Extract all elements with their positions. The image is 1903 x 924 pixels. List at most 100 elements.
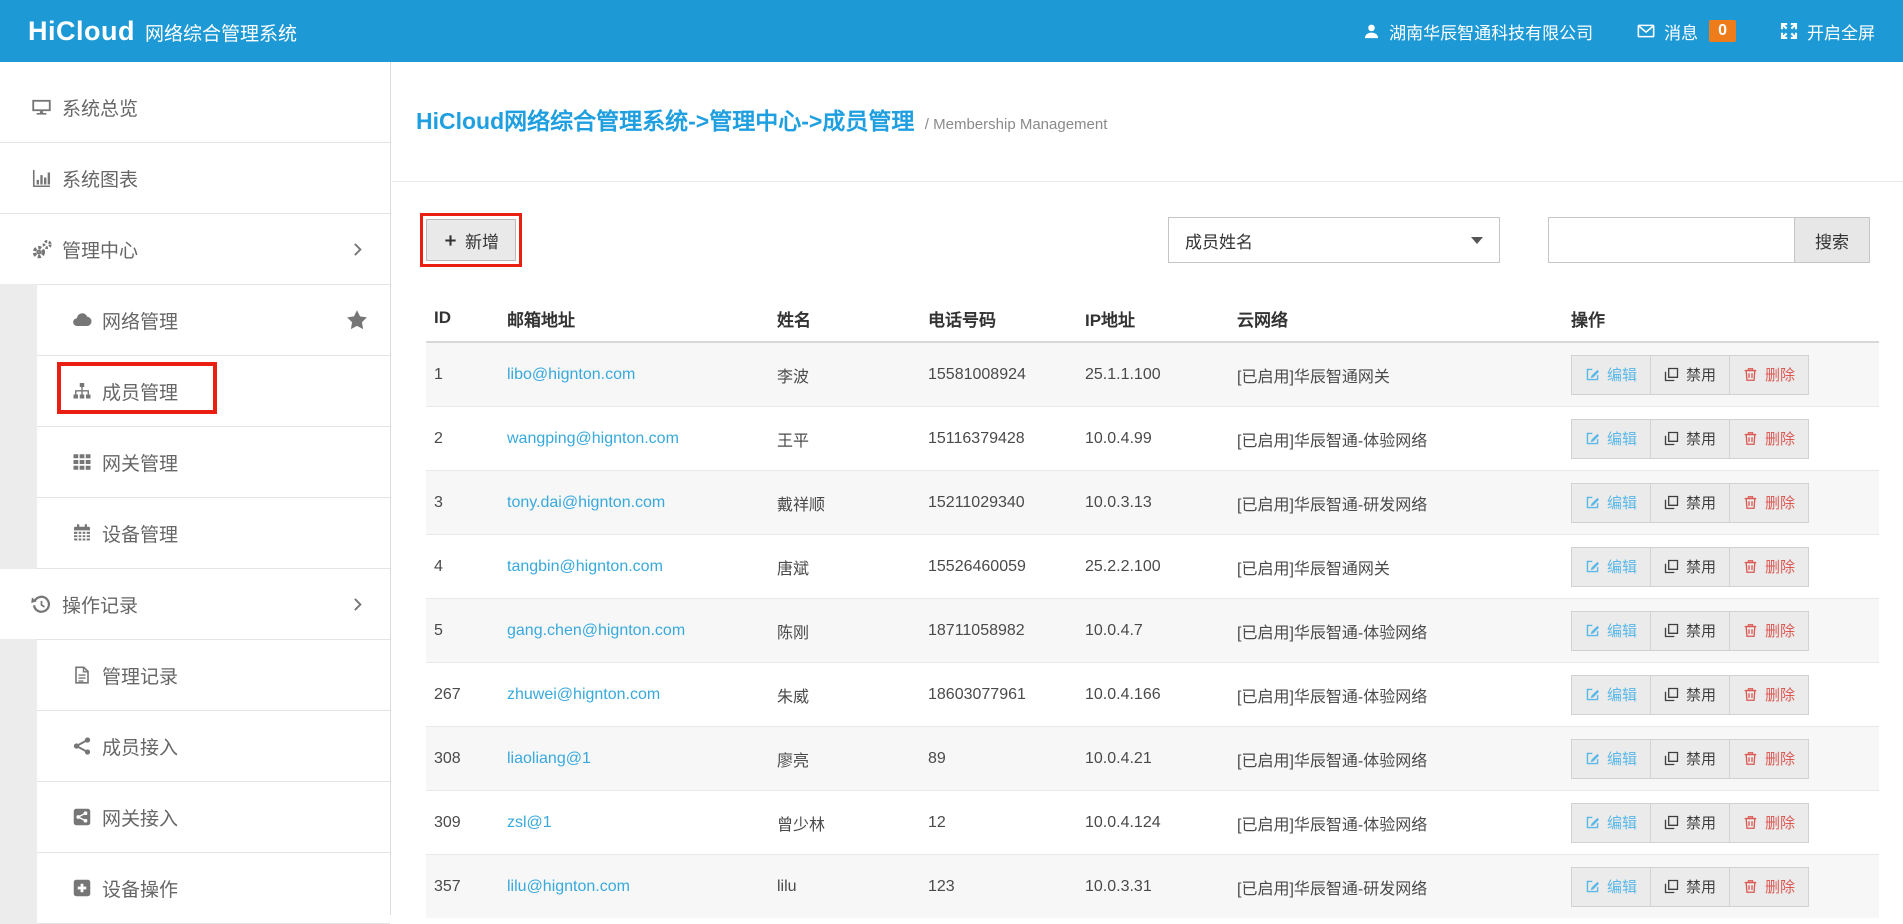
cell-email: zsl@1 xyxy=(499,791,769,855)
cell-network: [已启用]华辰智通-体验网络 xyxy=(1229,663,1563,727)
sidebar-item-member-access[interactable]: 成员接入 xyxy=(0,711,390,782)
col-header-phone: 电话号码 xyxy=(920,295,1077,342)
email-link[interactable]: liaoliang@1 xyxy=(507,750,591,767)
sidebar-item-gateway-mgmt[interactable]: 网关管理 xyxy=(0,427,390,498)
delete-button[interactable]: 删除 xyxy=(1729,356,1808,394)
sidebar-item-system-charts[interactable]: 系统图表 xyxy=(0,143,390,214)
delete-button[interactable]: 删除 xyxy=(1729,804,1808,842)
email-link[interactable]: wangping@hignton.com xyxy=(507,430,679,447)
disable-button[interactable]: 禁用 xyxy=(1650,676,1729,714)
edit-button[interactable]: 编辑 xyxy=(1572,548,1650,586)
delete-button[interactable]: 删除 xyxy=(1729,868,1808,906)
edit-icon xyxy=(1585,559,1600,574)
sidebar-item-device-mgmt[interactable]: 设备管理 xyxy=(0,498,390,569)
disable-button[interactable]: 禁用 xyxy=(1650,356,1729,394)
add-button[interactable]: 新增 xyxy=(426,219,516,261)
edit-button[interactable]: 编辑 xyxy=(1572,420,1650,458)
edit-button[interactable]: 编辑 xyxy=(1572,868,1650,906)
edit-icon xyxy=(1585,623,1600,638)
cell-phone: 18603077961 xyxy=(920,663,1077,727)
delete-button[interactable]: 删除 xyxy=(1729,740,1808,778)
table-header-row: ID 邮箱地址 姓名 电话号码 IP地址 云网络 操作 xyxy=(426,295,1879,342)
edit-button[interactable]: 编辑 xyxy=(1572,356,1650,394)
cell-ip: 10.0.3.31 xyxy=(1077,855,1229,919)
email-link[interactable]: gang.chen@hignton.com xyxy=(507,622,685,639)
sidebar-item-system-overview[interactable]: 系统总览 xyxy=(0,72,390,143)
fullscreen-toggle[interactable]: 开启全屏 xyxy=(1780,19,1875,44)
col-header-email: 邮箱地址 xyxy=(499,295,769,342)
filter-dropdown[interactable]: 成员姓名 xyxy=(1168,217,1500,263)
cell-phone: 123 xyxy=(920,855,1077,919)
email-link[interactable]: libo@hignton.com xyxy=(507,366,635,383)
email-link[interactable]: tony.dai@hignton.com xyxy=(507,494,665,511)
cell-ip: 10.0.4.99 xyxy=(1077,407,1229,471)
sidebar-item-operation-records[interactable]: 操作记录 xyxy=(0,569,390,640)
cell-actions: 编辑 禁用 删除 xyxy=(1563,599,1879,663)
edit-button[interactable]: 编辑 xyxy=(1572,804,1650,842)
toolbar: 新增 成员姓名 搜索 xyxy=(420,213,1870,267)
sitemap-icon xyxy=(72,381,92,401)
sidebar-item-member-mgmt[interactable]: 成员管理 xyxy=(0,356,390,427)
disable-button[interactable]: 禁用 xyxy=(1650,484,1729,522)
edit-icon xyxy=(1585,431,1600,446)
cell-ip: 10.0.4.21 xyxy=(1077,727,1229,791)
col-header-network: 云网络 xyxy=(1229,295,1563,342)
disable-button[interactable]: 禁用 xyxy=(1650,740,1729,778)
envelope-icon xyxy=(1637,22,1655,40)
edit-button[interactable]: 编辑 xyxy=(1572,484,1650,522)
cell-phone: 15211029340 xyxy=(920,471,1077,535)
cell-email: libo@hignton.com xyxy=(499,342,769,407)
app-title: 网络综合管理系统 xyxy=(145,19,297,46)
user-menu[interactable]: 湖南华辰智通科技有限公司 xyxy=(1363,19,1593,44)
search-input[interactable] xyxy=(1548,217,1794,263)
disable-button[interactable]: 禁用 xyxy=(1650,804,1729,842)
sidebar-item-device-operations[interactable]: 设备操作 xyxy=(0,853,390,924)
delete-button[interactable]: 删除 xyxy=(1729,484,1808,522)
cell-id: 4 xyxy=(426,535,499,599)
edit-button[interactable]: 编辑 xyxy=(1572,612,1650,650)
cell-actions: 编辑 禁用 删除 xyxy=(1563,471,1879,535)
messages-menu[interactable]: 消息 0 xyxy=(1637,19,1736,44)
email-link[interactable]: lilu@hignton.com xyxy=(507,878,630,895)
search-group: 搜索 xyxy=(1548,217,1870,263)
email-link[interactable]: zhuwei@hignton.com xyxy=(507,686,660,703)
delete-button[interactable]: 删除 xyxy=(1729,612,1808,650)
app-logo: HiCloud 网络综合管理系统 xyxy=(28,16,297,47)
sidebar-item-gateway-access[interactable]: 网关接入 xyxy=(0,782,390,853)
row-actions: 编辑 禁用 删除 xyxy=(1571,547,1809,587)
sidebar-item-network-mgmt[interactable]: 网络管理 xyxy=(0,285,390,356)
row-actions: 编辑 禁用 删除 xyxy=(1571,675,1809,715)
edit-button[interactable]: 编辑 xyxy=(1572,740,1650,778)
cell-network: [已启用]华辰智通-体验网络 xyxy=(1229,599,1563,663)
edit-icon xyxy=(1585,687,1600,702)
email-link[interactable]: zsl@1 xyxy=(507,814,552,831)
cell-actions: 编辑 禁用 删除 xyxy=(1563,407,1879,471)
delete-button[interactable]: 删除 xyxy=(1729,676,1808,714)
disable-button[interactable]: 禁用 xyxy=(1650,612,1729,650)
cell-id: 267 xyxy=(426,663,499,727)
disable-button[interactable]: 禁用 xyxy=(1650,420,1729,458)
trash-icon xyxy=(1743,559,1758,574)
file-icon xyxy=(72,665,92,685)
main-content: HiCloud网络综合管理系统->管理中心->成员管理 / Membership… xyxy=(392,62,1903,915)
edit-button[interactable]: 编辑 xyxy=(1572,676,1650,714)
delete-button[interactable]: 删除 xyxy=(1729,548,1808,586)
sidebar-item-admin-records[interactable]: 管理记录 xyxy=(0,640,390,711)
trash-icon xyxy=(1743,431,1758,446)
cell-id: 5 xyxy=(426,599,499,663)
cell-name: 李波 xyxy=(769,342,920,407)
edit-icon xyxy=(1585,751,1600,766)
star-icon[interactable] xyxy=(346,309,368,331)
search-button[interactable]: 搜索 xyxy=(1794,217,1870,263)
cell-id: 3 xyxy=(426,471,499,535)
delete-button[interactable]: 删除 xyxy=(1729,420,1808,458)
disable-button[interactable]: 禁用 xyxy=(1650,868,1729,906)
plus-icon xyxy=(443,233,458,248)
edit-icon xyxy=(1585,367,1600,382)
email-link[interactable]: tangbin@hignton.com xyxy=(507,558,663,575)
trash-icon xyxy=(1743,495,1758,510)
page-subtitle: / Membership Management xyxy=(925,116,1108,133)
disable-button[interactable]: 禁用 xyxy=(1650,548,1729,586)
cell-actions: 编辑 禁用 删除 xyxy=(1563,791,1879,855)
sidebar-item-admin-center[interactable]: 管理中心 xyxy=(0,214,390,285)
